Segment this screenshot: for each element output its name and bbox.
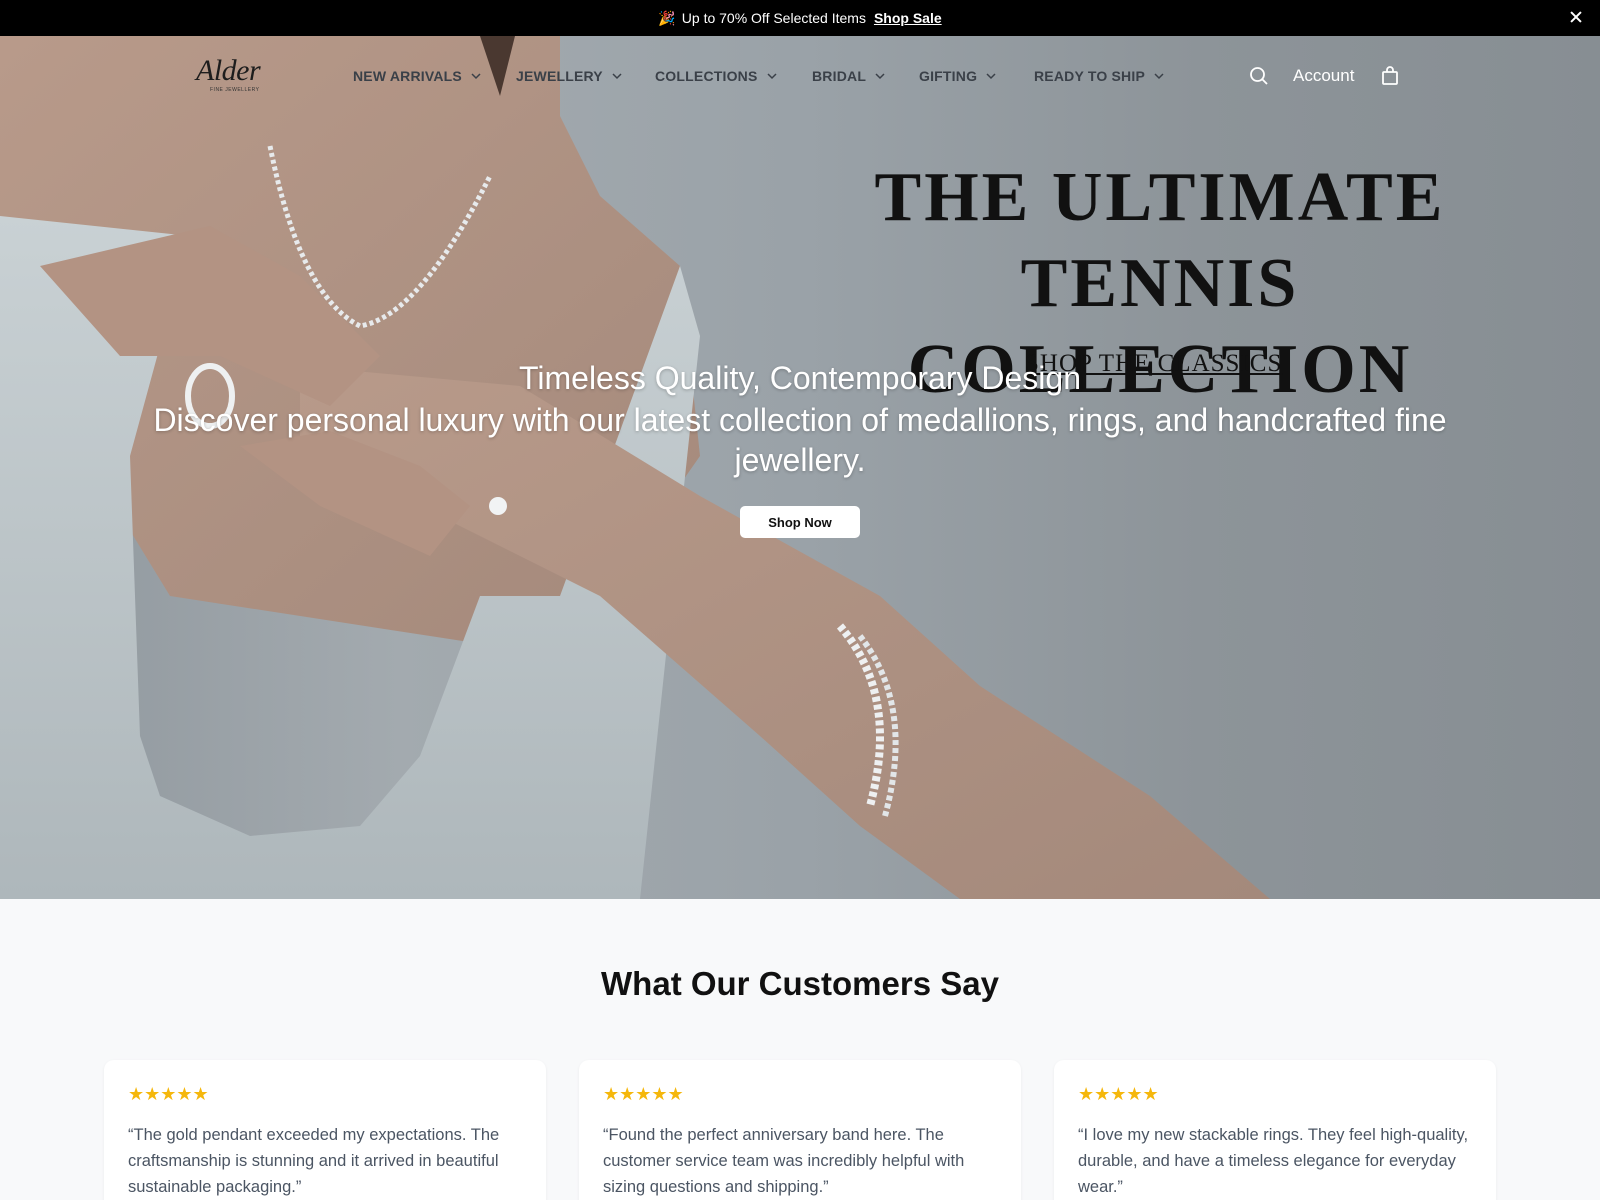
announcement-bar: 🎉 Up to 70% Off Selected Items Shop Sale — [0, 0, 1600, 36]
account-link[interactable]: Account — [1293, 66, 1354, 86]
review-card: ★★★★★ “Found the perfect anniversary ban… — [579, 1060, 1021, 1200]
bag-icon — [1382, 66, 1398, 85]
chevron-down-icon — [986, 73, 996, 80]
shop-sale-link[interactable]: Shop Sale — [874, 10, 942, 26]
chevron-down-icon — [1154, 73, 1164, 80]
star-rating: ★★★★★ — [603, 1084, 684, 1104]
reviews-heading: What Our Customers Say — [601, 965, 999, 1002]
close-icon[interactable] — [1566, 8, 1586, 28]
logo-subtext: FINE JEWELLERY — [210, 87, 260, 93]
search-icon — [1250, 67, 1268, 85]
hero-title-line1: THE ULTIMATE — [874, 159, 1446, 236]
star-rating: ★★★★★ — [128, 1084, 209, 1104]
party-popper-icon: 🎉 — [658, 9, 676, 26]
hero-description: Discover personal luxury with our latest… — [153, 402, 1447, 478]
review-quote: “Found the perfect anniversary band here… — [603, 1126, 965, 1196]
chevron-down-icon — [767, 73, 777, 80]
review-quote: “The gold pendant exceeded my expectatio… — [128, 1126, 500, 1196]
star-rating: ★★★★★ — [1078, 1084, 1159, 1104]
shop-now-button[interactable]: Shop Now — [740, 506, 860, 538]
nav-item-new-arrivals[interactable]: NEW ARRIVALS — [353, 66, 482, 86]
logo-wordmark: Alder — [196, 54, 261, 87]
hero-subtitle: Timeless Quality, Contemporary Design — [519, 360, 1081, 396]
nav-item-label: READY TO SHIP — [1034, 68, 1145, 84]
cart-button[interactable] — [1378, 60, 1402, 92]
nav-item-label: BRIDAL — [812, 68, 867, 84]
chevron-down-icon — [471, 73, 481, 80]
nav-item-label: JEWELLERY — [516, 68, 603, 84]
nav-item-gifting[interactable]: GIFTING — [919, 66, 997, 86]
nav-item-collections[interactable]: COLLECTIONS — [655, 66, 778, 86]
nav-item-label: GIFTING — [919, 68, 978, 84]
announcement-text: Up to 70% Off Selected Items — [681, 10, 866, 26]
search-button[interactable] — [1247, 60, 1271, 92]
review-card: ★★★★★ “I love my new stackable rings. Th… — [1054, 1060, 1496, 1200]
nav-item-ready-to-ship[interactable]: READY TO SHIP — [1034, 66, 1165, 86]
main-navigation: Alder FINE JEWELLERY NEW ARRIVALS JEWELL… — [0, 36, 1600, 116]
review-card: ★★★★★ “The gold pendant exceeded my expe… — [104, 1060, 546, 1200]
nav-item-jewellery[interactable]: JEWELLERY — [516, 66, 623, 86]
nav-item-label: NEW ARRIVALS — [353, 68, 462, 84]
chevron-down-icon — [875, 73, 885, 80]
brand-logo[interactable]: Alder FINE JEWELLERY — [196, 56, 276, 96]
nav-item-bridal[interactable]: BRIDAL — [812, 66, 886, 86]
nav-item-label: COLLECTIONS — [655, 68, 758, 84]
review-quote: “I love my new stackable rings. They fee… — [1078, 1126, 1469, 1196]
chevron-down-icon — [612, 73, 622, 80]
